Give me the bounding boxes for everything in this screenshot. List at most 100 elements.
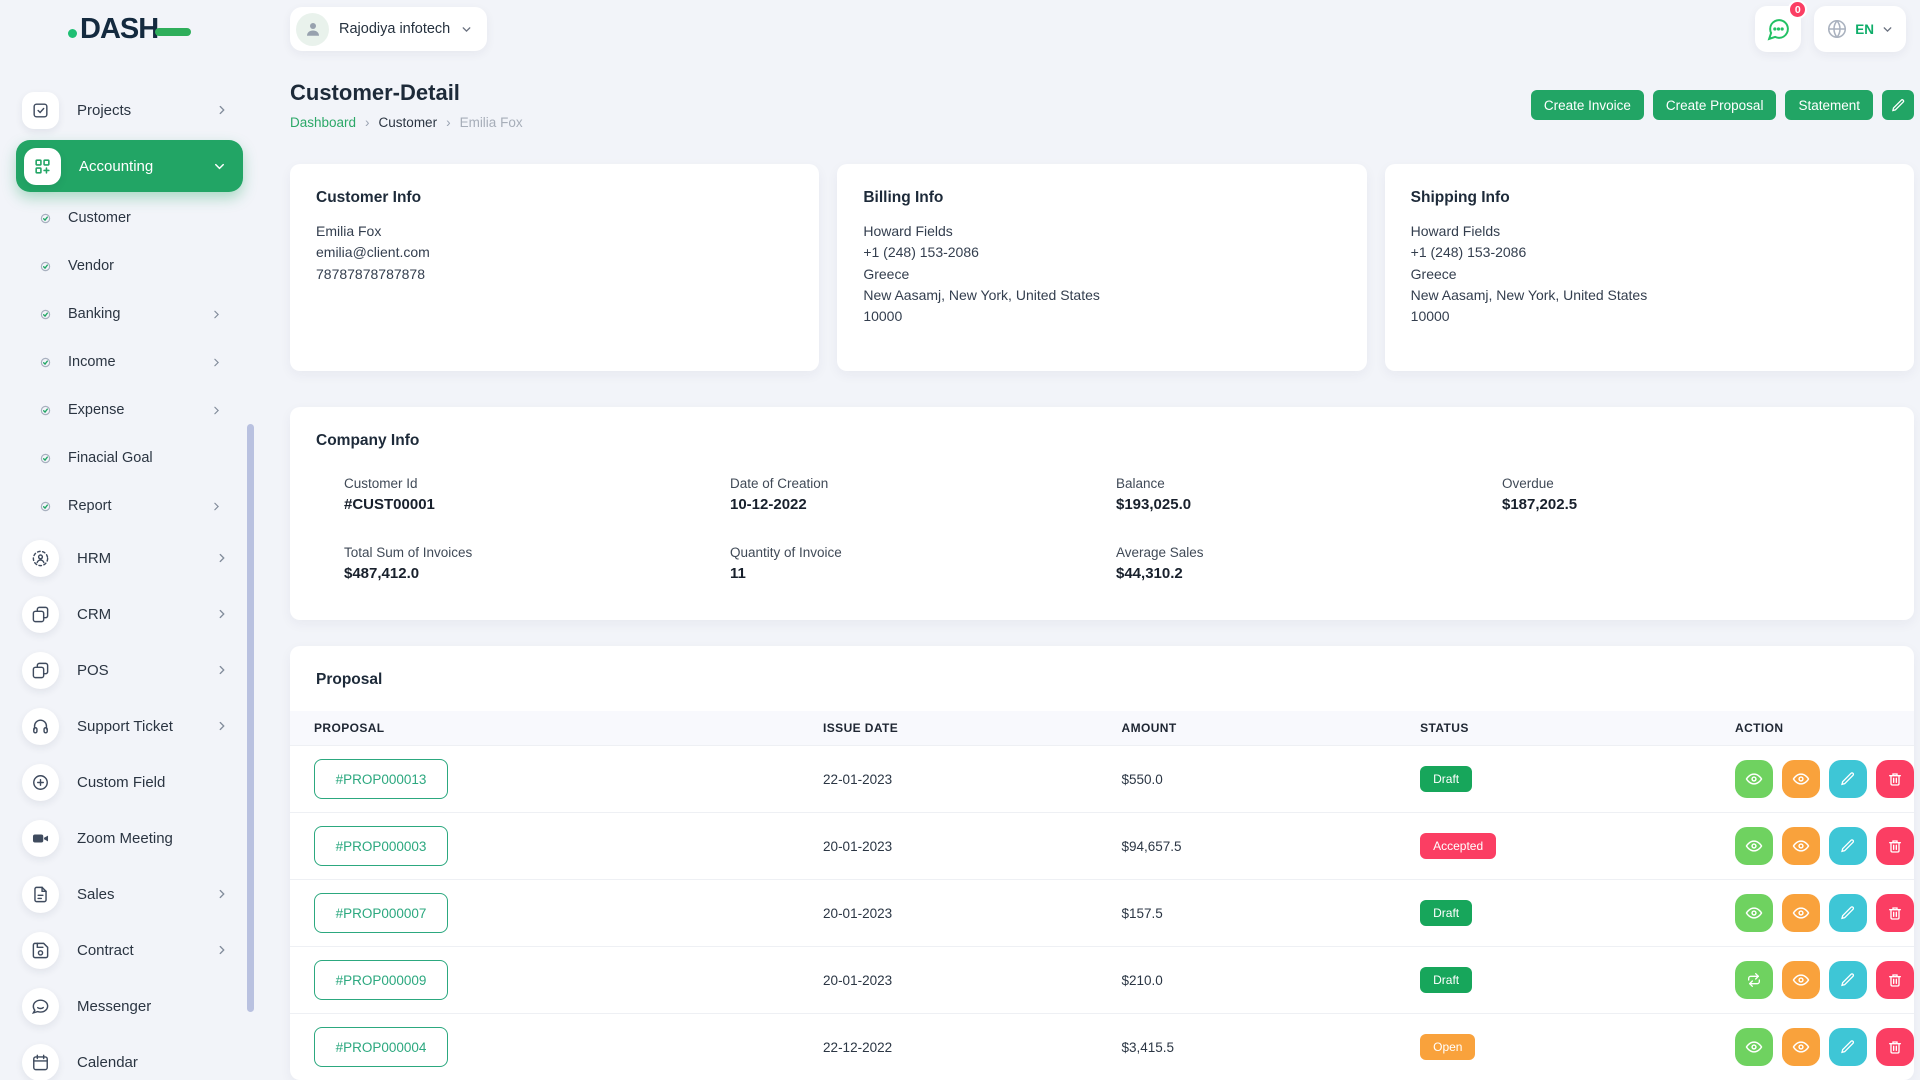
amount-cell: $550.0 <box>1122 746 1421 813</box>
icon-card <box>22 988 59 1025</box>
sidebar-item-messenger[interactable]: Messenger <box>0 978 256 1034</box>
issue-date-cell: 20-01-2023 <box>823 947 1121 1014</box>
sidebar-subitem-expense[interactable]: Expense <box>0 386 256 434</box>
sidebar-subitem-report[interactable]: Report <box>0 482 256 530</box>
view-button[interactable] <box>1735 760 1773 798</box>
sidebar-item-accounting[interactable]: Accounting <box>16 140 243 192</box>
pencil-icon <box>1840 972 1856 988</box>
delete-button[interactable] <box>1876 1028 1914 1066</box>
edit-button[interactable] <box>1829 961 1867 999</box>
breadcrumb-customer[interactable]: Customer <box>379 115 438 130</box>
preview-button[interactable] <box>1782 894 1820 932</box>
chevron-right-icon <box>215 607 229 621</box>
view-button[interactable] <box>1735 1028 1773 1066</box>
status-badge: Draft <box>1420 900 1472 926</box>
view-button[interactable] <box>1735 827 1773 865</box>
sidebar-item-crm[interactable]: CRM <box>0 586 256 642</box>
delete-button[interactable] <box>1876 961 1914 999</box>
accounting-grid-icon <box>33 157 52 176</box>
breadcrumb: Dashboard › Customer › Emilia Fox <box>290 115 523 130</box>
proposal-id-link[interactable]: #PROP000003 <box>314 826 448 866</box>
brand-logo[interactable]: DASH <box>68 13 191 46</box>
preview-button[interactable] <box>1782 827 1820 865</box>
chevron-right-icon <box>215 551 229 565</box>
col-amount: AMOUNT <box>1122 711 1421 746</box>
sidebar-item-pos[interactable]: POS <box>0 642 256 698</box>
delete-button[interactable] <box>1876 760 1914 798</box>
icon-card <box>22 820 59 857</box>
edit-button[interactable] <box>1829 760 1867 798</box>
logo-dash-icon <box>155 28 191 36</box>
eye-icon <box>1745 770 1763 788</box>
floppy-icon <box>31 941 50 960</box>
preview-button[interactable] <box>1782 760 1820 798</box>
windows-icon <box>31 605 50 624</box>
status-badge: Draft <box>1420 967 1472 993</box>
logo-text: DASH <box>80 13 158 46</box>
col-action: ACTION <box>1735 711 1914 746</box>
metric-balance: Balance $193,025.0 <box>1116 476 1502 513</box>
sidebar-item-label: Report <box>68 498 112 514</box>
sidebar-item-contract[interactable]: Contract <box>0 922 256 978</box>
sidebar-item-zoom-meeting[interactable]: Zoom Meeting <box>0 810 256 866</box>
edit-button[interactable] <box>1829 827 1867 865</box>
statement-button[interactable]: Statement <box>1785 90 1873 120</box>
chat-badge: 0 <box>1788 0 1807 19</box>
sidebar-item-calendar[interactable]: Calendar <box>0 1034 256 1080</box>
tasks-icon <box>31 101 50 120</box>
convert-button[interactable] <box>1735 961 1773 999</box>
hrm-people-icon <box>31 549 50 568</box>
icon-card <box>22 540 59 577</box>
proposal-id-link[interactable]: #PROP000004 <box>314 1027 448 1067</box>
sidebar-scrollbar[interactable] <box>247 424 254 1012</box>
trash-icon <box>1887 972 1903 988</box>
sidebar-item-label: HRM <box>77 550 111 567</box>
delete-button[interactable] <box>1876 827 1914 865</box>
page-title: Customer-Detail <box>290 80 523 106</box>
pencil-icon <box>1840 905 1856 921</box>
sidebar-subitem-banking[interactable]: Banking <box>0 290 256 338</box>
chat-button[interactable]: 0 <box>1755 6 1801 52</box>
header-actions: Create Invoice Create Proposal Statement <box>1531 90 1914 120</box>
language-selector[interactable]: EN <box>1814 6 1906 52</box>
shipping-zip: 10000 <box>1411 306 1888 327</box>
calendar-icon <box>31 1053 50 1072</box>
sidebar-item-hrm[interactable]: HRM <box>0 530 256 586</box>
create-invoice-button[interactable]: Create Invoice <box>1531 90 1644 120</box>
globe-icon <box>1826 18 1848 40</box>
shipping-info-lines: Howard Fields +1 (248) 153-2086 Greece N… <box>1411 221 1888 327</box>
proposal-id-link[interactable]: #PROP000009 <box>314 960 448 1000</box>
create-proposal-button[interactable]: Create Proposal <box>1653 90 1777 120</box>
shipping-phone: +1 (248) 153-2086 <box>1411 242 1888 263</box>
preview-button[interactable] <box>1782 961 1820 999</box>
view-button[interactable] <box>1735 894 1773 932</box>
sidebar-item-label: Income <box>68 354 116 370</box>
sidebar-item-sales[interactable]: Sales <box>0 866 256 922</box>
proposal-id-link[interactable]: #PROP000007 <box>314 893 448 933</box>
proposal-id-link[interactable]: #PROP000013 <box>314 759 448 799</box>
breadcrumb-dashboard[interactable]: Dashboard <box>290 115 356 130</box>
eye-icon <box>1792 770 1810 788</box>
sidebar-subitem-income[interactable]: Income <box>0 338 256 386</box>
edit-button[interactable] <box>1829 1028 1867 1066</box>
sidebar-item-projects[interactable]: Projects <box>0 82 256 138</box>
edit-button[interactable] <box>1829 894 1867 932</box>
chevron-right-icon <box>215 719 229 733</box>
delete-button[interactable] <box>1876 894 1914 932</box>
refresh-icon <box>1746 972 1762 988</box>
customer-email: emilia@client.com <box>316 242 793 263</box>
icon-card <box>22 764 59 801</box>
company-selector[interactable]: Rajodiya infotech <box>290 7 487 51</box>
sidebar-item-support-ticket[interactable]: Support Ticket <box>0 698 256 754</box>
sidebar-subitem-finacial-goal[interactable]: Finacial Goal <box>0 434 256 482</box>
billing-country: Greece <box>863 264 1340 285</box>
sidebar-subitem-customer[interactable]: Customer <box>0 194 256 242</box>
sidebar-subitem-vendor[interactable]: Vendor <box>0 242 256 290</box>
chevron-down-icon <box>212 159 227 174</box>
card-title: Company Info <box>316 432 1888 450</box>
edit-customer-button[interactable] <box>1882 90 1914 120</box>
preview-button[interactable] <box>1782 1028 1820 1066</box>
amount-cell: $3,415.5 <box>1122 1014 1421 1080</box>
amount-cell: $210.0 <box>1122 947 1421 1014</box>
sidebar-item-custom-field[interactable]: Custom Field <box>0 754 256 810</box>
